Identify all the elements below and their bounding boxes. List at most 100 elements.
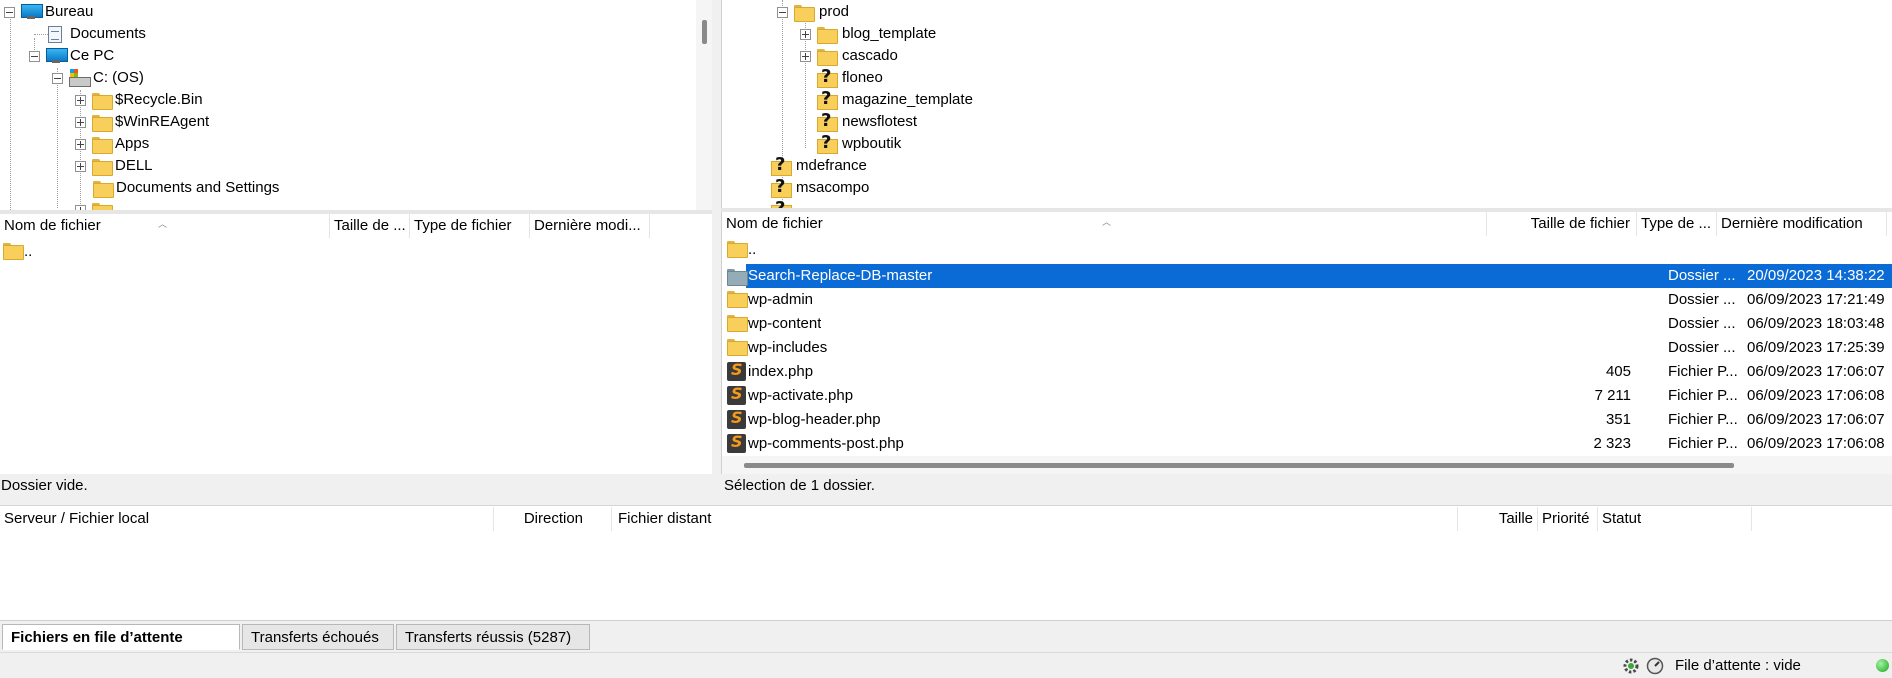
file-size: 351 bbox=[1605, 411, 1631, 428]
column-label: Taille de fichier bbox=[1530, 215, 1630, 232]
remote-tree-item-mdefrance[interactable]: ? mdefrance bbox=[771, 154, 867, 177]
local-list-header: Nom de fichier ︿ Taille de ... Type de fi… bbox=[0, 214, 712, 238]
remote-tree-pane[interactable]: prod blog_template cascado ? floneo ? ma… bbox=[721, 0, 1892, 210]
tree-item-label: $WinREAgent bbox=[115, 113, 210, 130]
column-label: Statut bbox=[1602, 510, 1642, 527]
expand-toggle-icon[interactable] bbox=[800, 28, 811, 40]
tree-item-recycle-bin[interactable]: $Recycle.Bin bbox=[75, 89, 203, 111]
tab-successful-transfers[interactable]: Transferts réussis (5287) bbox=[396, 624, 590, 650]
scrollbar-thumb[interactable] bbox=[702, 20, 707, 44]
local-status: Dossier vide. bbox=[0, 474, 712, 498]
tree-item-bureau[interactable]: Bureau bbox=[4, 1, 93, 23]
remote-list-header: Nom de fichier ︿ Taille de fichier Type d… bbox=[722, 212, 1892, 236]
column-header-size[interactable]: Taille de ... bbox=[330, 214, 410, 238]
status-bar: File d’attente : vide bbox=[0, 652, 1892, 678]
list-item-parent[interactable]: .. bbox=[722, 238, 1892, 262]
speed-limit-icon[interactable] bbox=[1646, 657, 1664, 675]
column-header-type[interactable]: Type de fichier bbox=[410, 214, 530, 238]
file-modified: 06/09/2023 18:03:48 bbox=[1747, 315, 1885, 332]
list-item[interactable]: wp-comments-post.php 2 323 Fichier P... … bbox=[722, 432, 1892, 456]
column-header-modified[interactable]: Dernière modification bbox=[1717, 212, 1887, 236]
tree-item-ce-pc[interactable]: Ce PC bbox=[29, 45, 114, 67]
tree-item-winreagent[interactable]: $WinREAgent bbox=[75, 111, 209, 133]
drive-icon bbox=[69, 69, 91, 87]
tab-label: Fichiers en file d’attente bbox=[11, 629, 183, 646]
collapse-toggle-icon[interactable] bbox=[777, 6, 788, 18]
tree-item-documents[interactable]: Documents bbox=[48, 23, 146, 45]
tree-item-label: prod bbox=[819, 3, 850, 20]
transfer-queue[interactable]: Serveur / Fichier local Direction Fichie… bbox=[0, 507, 1892, 620]
column-label: Taille de ... bbox=[334, 217, 406, 234]
list-item[interactable]: index.php 405 Fichier P... 06/09/2023 17… bbox=[722, 360, 1892, 384]
column-header-size[interactable]: Taille bbox=[1458, 507, 1538, 531]
list-item-selected[interactable]: Search-Replace-DB-master Dossier ... 20/… bbox=[746, 264, 1892, 288]
scrollbar-thumb[interactable] bbox=[744, 463, 1734, 468]
tab-label: Transferts échoués bbox=[251, 629, 379, 646]
file-name: wp-content bbox=[748, 315, 822, 332]
remote-tree-item-msacompo[interactable]: ? msacompo bbox=[771, 176, 869, 199]
settings-gear-icon[interactable] bbox=[1622, 657, 1640, 675]
column-header-local-file[interactable]: Serveur / Fichier local bbox=[0, 507, 494, 531]
expand-toggle-icon[interactable] bbox=[75, 94, 86, 106]
expand-toggle-icon[interactable] bbox=[75, 160, 86, 172]
tree-item-documents-and-settings[interactable]: Documents and Settings bbox=[93, 177, 279, 199]
column-header-direction[interactable]: Direction bbox=[494, 507, 612, 531]
list-item[interactable]: wp-blog-header.php 351 Fichier P... 06/0… bbox=[722, 408, 1892, 432]
remote-tree-item-magazine-template[interactable]: ? magazine_template bbox=[817, 88, 973, 111]
documents-icon bbox=[48, 25, 62, 43]
expand-toggle-icon[interactable] bbox=[75, 116, 86, 128]
remote-tree-item-blog-template[interactable]: blog_template bbox=[800, 23, 936, 45]
remote-tree-item-newsflotest[interactable]: ? newsflotest bbox=[817, 110, 918, 133]
file-type: Fichier P... bbox=[1668, 363, 1738, 380]
remote-tree-item-cascado[interactable]: cascado bbox=[800, 45, 898, 67]
column-header-size[interactable]: Taille de fichier bbox=[1487, 212, 1637, 236]
list-item[interactable]: wp-admin Dossier ... 06/09/2023 17:21:49 bbox=[722, 288, 1892, 312]
tree-item-label: C: (OS) bbox=[93, 69, 144, 86]
remote-tree-item-wpboutik[interactable]: ? wpboutik bbox=[817, 132, 901, 155]
file-modified: 06/09/2023 17:06:08 bbox=[1747, 387, 1885, 404]
file-modified: 06/09/2023 17:25:39 bbox=[1747, 339, 1885, 356]
expand-toggle-icon[interactable] bbox=[75, 138, 86, 150]
local-file-list[interactable]: Nom de fichier ︿ Taille de ... Type de fi… bbox=[0, 214, 712, 474]
column-label: Type de fichier bbox=[414, 217, 512, 234]
tab-queued-files[interactable]: Fichiers en file d’attente bbox=[2, 624, 240, 650]
column-header-name[interactable]: Nom de fichier ︿ bbox=[0, 214, 330, 238]
local-tree-pane[interactable]: Bureau Documents Ce PC C: (OS) $Recycle.… bbox=[0, 0, 712, 210]
tree-item-label: cascado bbox=[842, 47, 898, 64]
remote-list-hscrollbar[interactable] bbox=[722, 456, 1892, 474]
list-item-parent[interactable]: .. bbox=[0, 240, 700, 264]
column-header-type[interactable]: Type de ... bbox=[1637, 212, 1717, 236]
remote-tree-item-floneo[interactable]: ? floneo bbox=[817, 66, 883, 89]
pane-splitter[interactable] bbox=[712, 0, 721, 504]
local-tree-scrollbar[interactable] bbox=[696, 0, 712, 210]
list-item[interactable]: wp-content Dossier ... 06/09/2023 18:03:… bbox=[722, 312, 1892, 336]
list-item[interactable]: wp-includes Dossier ... 06/09/2023 17:25… bbox=[722, 336, 1892, 360]
tree-item-dell[interactable]: DELL bbox=[75, 155, 153, 177]
column-header-remote-file[interactable]: Fichier distant bbox=[612, 507, 1458, 531]
column-label: Dernière modification bbox=[1721, 215, 1863, 232]
column-header-priority[interactable]: Priorité bbox=[1538, 507, 1598, 531]
file-modified: 20/09/2023 14:38:22 bbox=[1747, 267, 1885, 284]
column-header-modified[interactable]: Dernière modi... bbox=[530, 214, 650, 238]
column-header-name[interactable]: Nom de fichier ︿ bbox=[722, 212, 1487, 236]
folder-icon bbox=[727, 269, 748, 286]
collapse-toggle-icon[interactable] bbox=[4, 6, 15, 18]
tree-item-label: Documents and Settings bbox=[116, 179, 280, 196]
column-label: Nom de fichier bbox=[726, 215, 823, 232]
remote-file-list[interactable]: Nom de fichier ︿ Taille de fichier Type d… bbox=[721, 212, 1892, 474]
column-header-status[interactable]: Statut bbox=[1598, 507, 1752, 531]
tree-item-c-drive[interactable]: C: (OS) bbox=[52, 67, 144, 89]
folder-icon bbox=[727, 315, 748, 332]
tree-item-apps[interactable]: Apps bbox=[75, 133, 149, 155]
collapse-toggle-icon[interactable] bbox=[29, 50, 40, 62]
file-modified: 06/09/2023 17:06:07 bbox=[1747, 363, 1885, 380]
list-item[interactable]: wp-activate.php 7 211 Fichier P... 06/09… bbox=[722, 384, 1892, 408]
tree-item-label: newsflotest bbox=[842, 113, 918, 130]
column-label: Direction bbox=[523, 510, 583, 527]
tab-failed-transfers[interactable]: Transferts échoués bbox=[242, 624, 394, 650]
remote-tree-item-prod[interactable]: prod bbox=[777, 1, 849, 23]
collapse-toggle-icon[interactable] bbox=[52, 72, 63, 84]
column-label: Serveur / Fichier local bbox=[4, 510, 150, 527]
queue-splitter[interactable] bbox=[0, 498, 1892, 506]
expand-toggle-icon[interactable] bbox=[800, 50, 811, 62]
